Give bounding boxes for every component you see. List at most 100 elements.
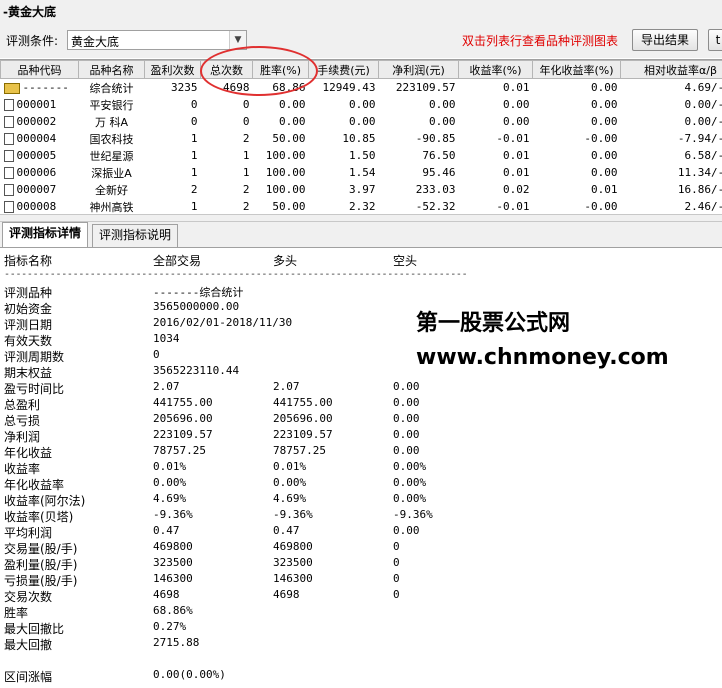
panel-splitter[interactable] bbox=[0, 214, 722, 222]
metric-value: 3565223110.44 bbox=[153, 364, 240, 377]
cell-rate: 100.00 bbox=[265, 183, 306, 196]
col-header[interactable]: 胜率(%) bbox=[252, 60, 309, 79]
metric-value: 223109.57 bbox=[153, 428, 213, 441]
table-row[interactable]: 000001 平安银行 0 0 0.00 0.00 0.00 0.00 0.00 0.00/-9. bbox=[1, 96, 722, 113]
cell-code: ------- bbox=[1, 79, 79, 97]
tab-metric-details[interactable]: 评测指标详情 bbox=[2, 222, 89, 247]
detail-row: 总盈利 441755.00 441755.00 0.00 bbox=[0, 396, 722, 412]
cell-code: 000008 bbox=[1, 198, 79, 215]
code-text: 000006 bbox=[16, 166, 57, 179]
cell-fee: 1.50 bbox=[349, 149, 376, 162]
metric-name: 最大回撤 bbox=[4, 638, 53, 652]
metric-value: -9.36% bbox=[153, 508, 193, 521]
metric-value: 441755.00 bbox=[273, 396, 333, 409]
detail-row: 评测日期 2016/02/01-2018/11/30 bbox=[0, 316, 722, 332]
metric-value: 0.00 bbox=[393, 396, 420, 409]
cell-win: 3235 bbox=[171, 81, 198, 94]
cell-name: 全新好 bbox=[95, 183, 128, 197]
metric-name: 评测周期数 bbox=[4, 350, 65, 364]
cell-rate: 100.00 bbox=[265, 149, 306, 162]
cell-rel: 2.46/-9. bbox=[684, 200, 722, 213]
detail-col-header: 指标名称 bbox=[4, 254, 53, 268]
summary-icon bbox=[3, 82, 20, 94]
metric-value: 4698 bbox=[153, 588, 180, 601]
metric-name: 评测日期 bbox=[4, 318, 53, 332]
table-row[interactable]: 000004 国农科技 1 2 50.00 10.85 -90.85 -0.01 -0.00 -7… bbox=[1, 130, 722, 147]
table-row[interactable]: ------- 综合统计 3235 4698 68.86 12949.43 223109.5… bbox=[1, 79, 722, 97]
detail-row bbox=[0, 652, 722, 668]
metric-value: 0 bbox=[393, 572, 400, 585]
col-header[interactable]: 收益率(%) bbox=[458, 60, 533, 79]
watermark-url: www.chnmoney.com bbox=[416, 345, 669, 370]
cell-annual: 0.01 bbox=[591, 183, 618, 196]
chevron-down-icon[interactable]: ▼ bbox=[229, 31, 246, 49]
hint-text: 双击列表行查看品种评测图表 bbox=[462, 34, 619, 48]
table-row[interactable]: 000006 深振业A 1 1 100.00 1.54 95.46 0.01 0.00 11.34… bbox=[1, 164, 722, 181]
document-icon bbox=[3, 150, 14, 162]
detail-row: 年化收益 78757.25 78757.25 0.00 bbox=[0, 444, 722, 460]
cell-annual: -0.00 bbox=[584, 132, 618, 145]
metric-value: 4.69% bbox=[273, 492, 307, 505]
cell-annual: 0.00 bbox=[591, 166, 618, 179]
col-header[interactable]: 相对收益率α/β bbox=[620, 60, 722, 79]
document-icon bbox=[3, 201, 14, 213]
metric-value: 0.00% bbox=[153, 476, 187, 489]
code-text: 000001 bbox=[16, 98, 57, 111]
condition-select[interactable]: 黄金大底 ▼ bbox=[67, 30, 247, 50]
cell-rate: 0.00 bbox=[279, 98, 306, 111]
metric-name: 盈利量(股/手) bbox=[4, 558, 78, 572]
watermark-title: 第一股票公式网 bbox=[416, 311, 571, 336]
metric-name: 收益率 bbox=[4, 462, 41, 476]
table-row[interactable]: 000002 万 科A 0 0 0.00 0.00 0.00 0.00 0.00 0.00/-9. bbox=[1, 113, 722, 130]
col-header[interactable]: 手续费(元) bbox=[308, 60, 379, 79]
document-icon bbox=[3, 133, 14, 145]
cell-code: 000004 bbox=[1, 130, 79, 147]
table-row[interactable]: 000008 神州高铁 1 2 50.00 2.32 -52.32 -0.01 -0.00 2.4… bbox=[1, 198, 722, 215]
detail-row: 最大回撤 2715.88 bbox=[0, 636, 722, 652]
col-header[interactable]: 总次数 bbox=[200, 60, 253, 79]
metric-value: 146300 bbox=[273, 572, 313, 585]
col-header[interactable]: 净利润(元) bbox=[378, 60, 459, 79]
metric-value: 4698 bbox=[273, 588, 300, 601]
cell-annual: 0.00 bbox=[591, 81, 618, 94]
document-icon bbox=[3, 167, 14, 179]
code-text: 000004 bbox=[16, 132, 57, 145]
table-row[interactable]: 000007 全新好 2 2 100.00 3.97 233.03 0.02 0.01 16.86… bbox=[1, 181, 722, 198]
detail-row: 区间涨幅 0.00(0.00%) bbox=[0, 668, 722, 684]
detail-row: 收益率(贝塔) -9.36% -9.36% -9.36% bbox=[0, 508, 722, 524]
code-text: 000008 bbox=[16, 200, 57, 213]
cell-name: 万 科A bbox=[94, 115, 129, 129]
metric-value: 205696.00 bbox=[153, 412, 213, 425]
detail-row: 总亏损 205696.00 205696.00 0.00 bbox=[0, 412, 722, 428]
cell-total: 0 bbox=[242, 115, 250, 128]
metric-name: 总亏损 bbox=[4, 414, 41, 428]
toolbar: 评测条件: 黄金大底 ▼ 双击列表行查看品种评测图表 导出结果 t bbox=[0, 22, 722, 58]
col-header[interactable]: 品种名称 bbox=[78, 60, 145, 79]
col-header[interactable]: 品种代码 bbox=[0, 60, 79, 79]
table-row[interactable]: 000005 世纪星源 1 1 100.00 1.50 76.50 0.01 0.00 6.58/… bbox=[1, 147, 722, 164]
metric-value: 2715.88 bbox=[153, 636, 200, 649]
cell-name: 神州高铁 bbox=[89, 200, 134, 214]
cell-win: 0 bbox=[190, 98, 198, 111]
document-icon bbox=[3, 99, 14, 111]
cell-rel: 0.00/-9. bbox=[684, 115, 722, 128]
cell-ret: 0.01 bbox=[503, 81, 530, 94]
metric-name: 胜率 bbox=[4, 606, 29, 620]
export-button[interactable]: 导出结果 bbox=[632, 29, 698, 51]
metric-value: 223109.57 bbox=[273, 428, 333, 441]
col-header[interactable]: 盈利次数 bbox=[144, 60, 201, 79]
detail-col-header: 多头 bbox=[273, 254, 298, 268]
cell-win: 1 bbox=[190, 200, 198, 213]
cell-rate: 0.00 bbox=[279, 115, 306, 128]
detail-col-header: 空头 bbox=[393, 254, 418, 268]
extra-button[interactable]: t bbox=[708, 29, 722, 51]
metric-name: 交易量(股/手) bbox=[4, 542, 78, 556]
cell-name: 平安银行 bbox=[89, 98, 134, 112]
tab-metric-description[interactable]: 评测指标说明 bbox=[92, 224, 179, 247]
cell-code: 000005 bbox=[1, 147, 79, 164]
detail-row: 初始资金 3565000000.00 bbox=[0, 300, 722, 316]
cell-profit: 0.00 bbox=[429, 115, 456, 128]
col-header[interactable]: 年化收益率(%) bbox=[532, 60, 621, 79]
window-title: -黄金大底 bbox=[3, 5, 56, 19]
detail-row: 交易量(股/手) 469800 469800 0 bbox=[0, 540, 722, 556]
